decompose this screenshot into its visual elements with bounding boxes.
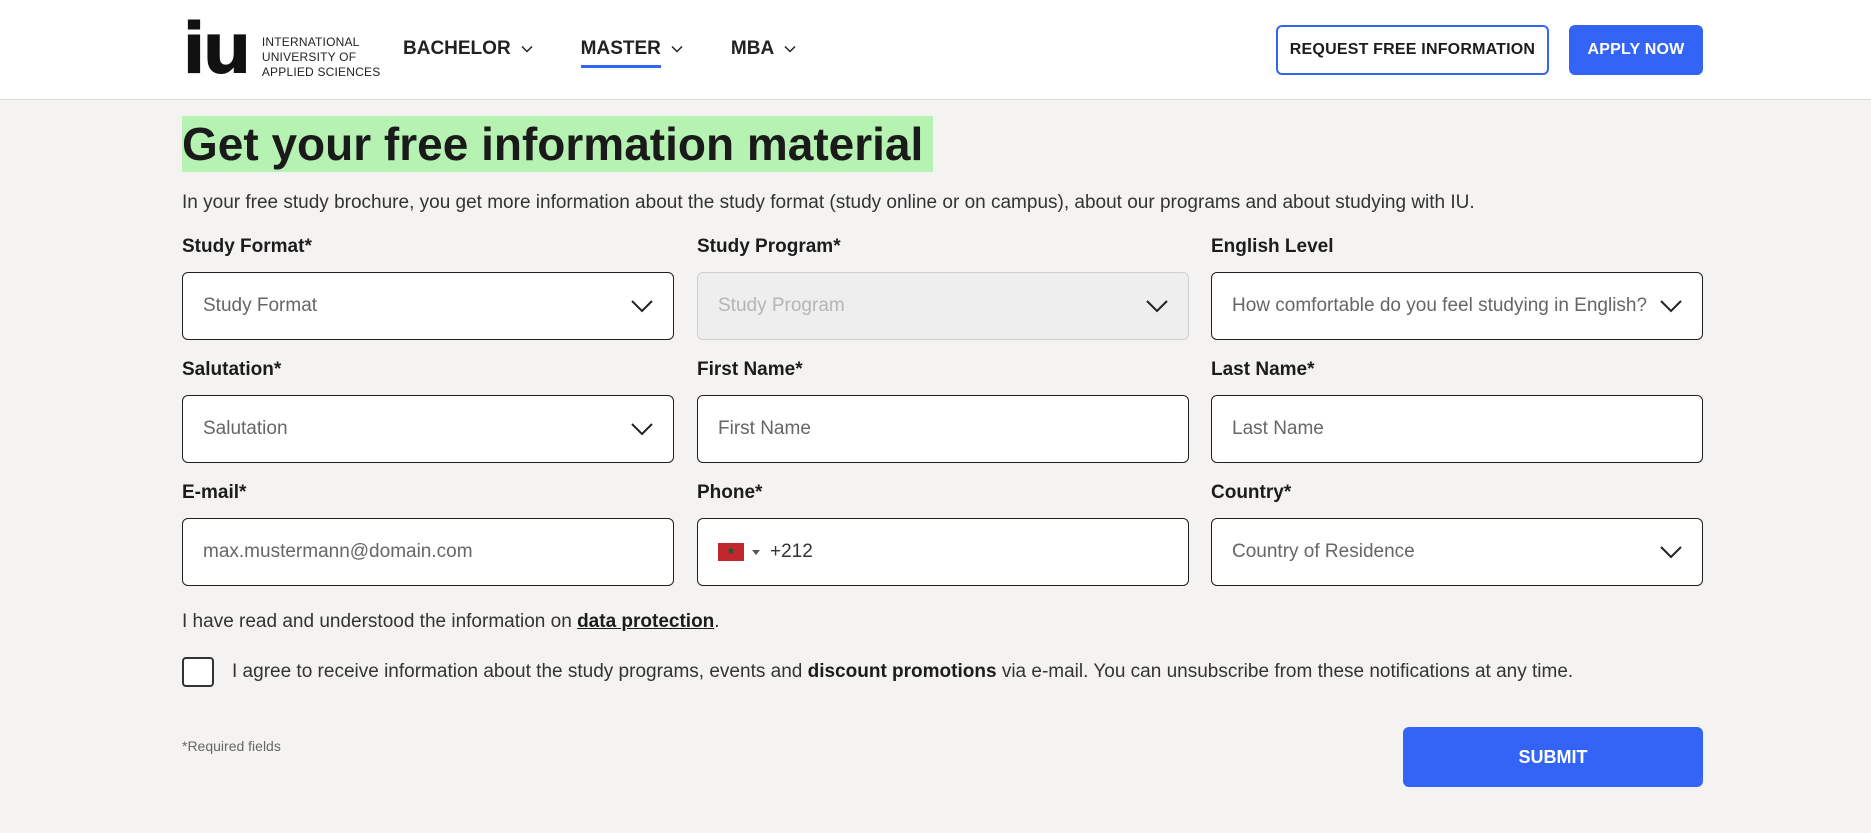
email-label: E-mail*	[182, 482, 247, 503]
study-program-placeholder: Study Program	[718, 295, 845, 316]
consent-row: I agree to receive information about the…	[182, 657, 1573, 687]
phone-field: Phone* ★ +212	[697, 482, 1189, 586]
logo-line: UNIVERSITY OF	[261, 50, 357, 64]
consent-suffix: via e-mail. You can unsubscribe from the…	[996, 661, 1574, 682]
salutation-field: Salutation* Salutation	[182, 359, 674, 463]
email-field: E-mail* max.mustermann@domain.com	[182, 482, 674, 586]
email-input[interactable]: max.mustermann@domain.com	[182, 518, 674, 586]
phone-value: +212	[770, 541, 813, 562]
first-name-field: First Name* First Name	[697, 359, 1189, 463]
consent-text: I agree to receive information about the…	[232, 661, 1573, 683]
privacy-prefix: I have read and understood the informati…	[182, 611, 578, 632]
nav-item-label: MASTER	[580, 38, 661, 59]
phone-label: Phone*	[697, 482, 763, 503]
study-format-field: Study Format* Study Format	[182, 236, 674, 340]
chevron-down-icon	[1146, 300, 1168, 313]
phone-input[interactable]: ★ +212	[697, 518, 1189, 586]
english-level-placeholder: How comfortable do you feel studying in …	[1232, 295, 1648, 316]
privacy-suffix: .	[714, 611, 720, 632]
country-label: Country*	[1211, 482, 1292, 503]
study-format-select[interactable]: Study Format	[182, 272, 674, 340]
study-format-label: Study Format*	[182, 236, 312, 257]
english-level-field: English Level How comfortable do you fee…	[1211, 236, 1703, 340]
last-name-placeholder: Last Name	[1232, 418, 1324, 439]
morocco-flag-icon[interactable]: ★	[718, 543, 744, 561]
first-name-input[interactable]: First Name	[697, 395, 1189, 463]
privacy-notice: I have read and understood the informati…	[182, 611, 720, 633]
required-fields-note: *Required fields	[182, 738, 281, 754]
logo-line: INTERNATIONAL	[261, 35, 360, 49]
nav-item-label: MBA	[730, 38, 775, 59]
chevron-down-icon	[1660, 300, 1682, 313]
chevron-down-icon	[671, 45, 683, 53]
salutation-placeholder: Salutation	[203, 418, 288, 439]
country-select[interactable]: Country of Residence	[1211, 518, 1703, 586]
study-format-placeholder: Study Format	[203, 295, 318, 316]
intro-text: In your free study brochure, you get mor…	[182, 192, 1475, 213]
last-name-input[interactable]: Last Name	[1211, 395, 1703, 463]
consent-bold: discount promotions	[807, 661, 997, 682]
country-placeholder: Country of Residence	[1232, 541, 1415, 562]
logo-wordmark: INTERNATIONAL UNIVERSITY OF APPLIED SCIE…	[262, 35, 381, 80]
first-name-placeholder: First Name	[718, 418, 811, 439]
logo-line: APPLIED SCIENCES	[261, 65, 381, 79]
page-title: Get your free information material	[182, 116, 934, 172]
consent-checkbox[interactable]	[182, 657, 214, 687]
iu-logo[interactable]: iu INTERNATIONAL UNIVERSITY OF APPLIED S…	[182, 8, 381, 90]
last-name-label: Last Name*	[1211, 359, 1315, 380]
salutation-select[interactable]: Salutation	[182, 395, 674, 463]
study-program-label: Study Program*	[697, 236, 841, 257]
logo-mark: iu	[182, 8, 252, 90]
nav-item-master[interactable]: MASTER	[580, 36, 683, 68]
data-protection-link[interactable]: data protection	[577, 611, 714, 632]
email-placeholder: max.mustermann@domain.com	[203, 541, 473, 562]
caret-down-icon[interactable]	[752, 549, 760, 555]
flag-star: ★	[726, 546, 736, 557]
first-name-label: First Name*	[697, 359, 803, 380]
chevron-down-icon	[521, 45, 533, 53]
submit-button[interactable]: SUBMIT	[1403, 727, 1703, 787]
chevron-down-icon	[784, 45, 796, 53]
study-program-select[interactable]: Study Program	[697, 272, 1189, 340]
main-nav: BACHELOR MASTER MBA	[403, 36, 844, 68]
last-name-field: Last Name* Last Name	[1211, 359, 1703, 463]
site-header: iu INTERNATIONAL UNIVERSITY OF APPLIED S…	[0, 0, 1871, 100]
request-free-information-button[interactable]: REQUEST FREE INFORMATION	[1276, 25, 1549, 75]
apply-now-button[interactable]: APPLY NOW	[1569, 25, 1703, 75]
country-field: Country* Country of Residence	[1211, 482, 1703, 586]
salutation-label: Salutation*	[182, 359, 282, 380]
chevron-down-icon	[1660, 546, 1682, 559]
chevron-down-icon	[631, 300, 653, 313]
study-program-field: Study Program* Study Program	[697, 236, 1189, 340]
nav-item-bachelor[interactable]: BACHELOR	[403, 36, 533, 62]
nav-item-label: BACHELOR	[403, 38, 511, 59]
english-level-label: English Level	[1211, 236, 1334, 257]
consent-prefix: I agree to receive information about the…	[232, 661, 808, 682]
chevron-down-icon	[631, 423, 653, 436]
english-level-select[interactable]: How comfortable do you feel studying in …	[1211, 272, 1703, 340]
nav-item-mba[interactable]: MBA	[731, 36, 796, 62]
